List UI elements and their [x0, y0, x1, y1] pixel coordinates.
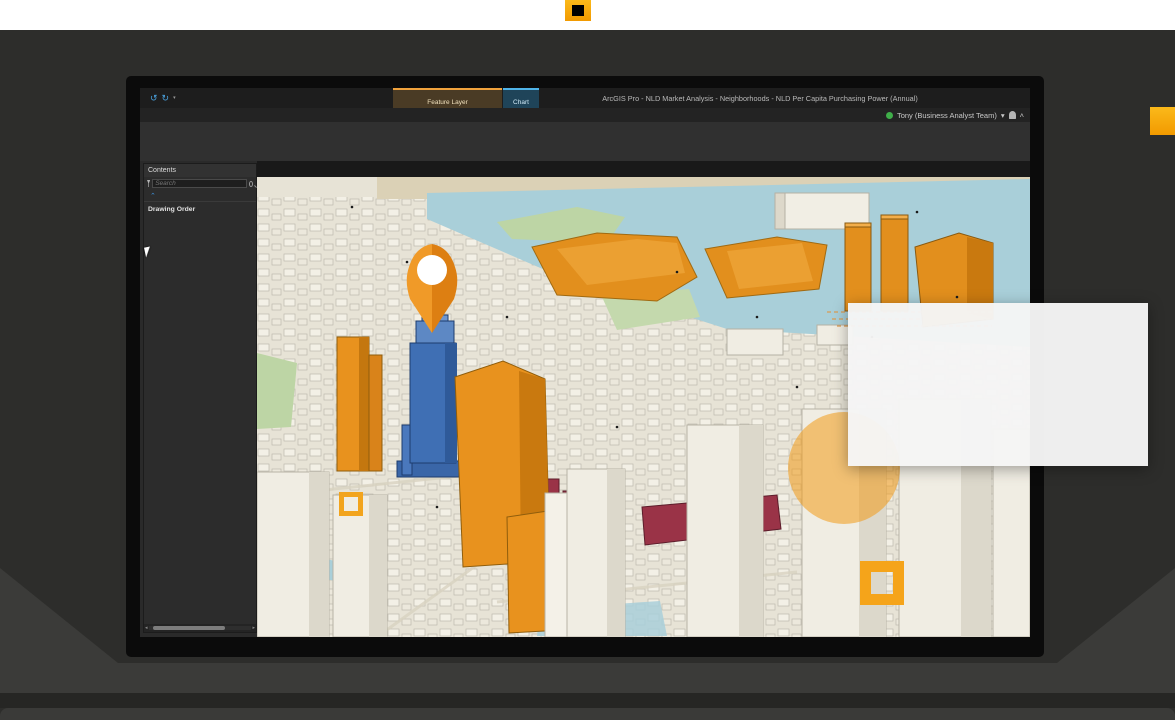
brand-logo-icon: [565, 0, 591, 21]
contents-panel-header: Contents: [144, 164, 256, 177]
horizontal-scrollbar[interactable]: ◂ ▸: [144, 624, 256, 632]
undo-icon[interactable]: ↺: [150, 94, 158, 103]
ribbon: [140, 122, 1030, 161]
filter-icon[interactable]: [147, 180, 150, 187]
quick-access-toolbar: ↺ ↻ ▾: [140, 94, 176, 103]
redo-icon[interactable]: ↻: [162, 94, 170, 103]
user-caret-icon[interactable]: ▾: [1001, 111, 1005, 120]
contextual-header-feature-layer: Feature Layer: [393, 88, 502, 108]
contextual-header-chart: Chart: [503, 88, 539, 108]
large-highlight-square: [860, 561, 904, 605]
drawing-order-label: Drawing Order: [144, 204, 256, 215]
scroll-right-icon[interactable]: ▸: [252, 625, 255, 631]
divider: [144, 201, 256, 202]
contents-panel: Contents ⌃ Drawing Order ◂ ▸: [143, 163, 257, 633]
scroll-left-icon[interactable]: ◂: [145, 625, 148, 631]
notifications-bell-icon[interactable]: [1009, 111, 1016, 119]
laptop-base-left: [0, 568, 118, 663]
laptop-base-front: [0, 663, 1175, 693]
window-title: ArcGIS Pro - NLD Market Analysis - Neigh…: [595, 94, 925, 103]
layer-tree: [144, 215, 256, 624]
search-icon: [249, 181, 253, 187]
ribbon-tab-row: Tony (Business Analyst Team) ▾ ˄: [140, 108, 1030, 122]
contents-panel-title: Contents: [148, 167, 176, 174]
signed-in-user[interactable]: Tony (Business Analyst Team): [897, 111, 997, 120]
view-tab-strip: [257, 161, 1030, 177]
title-bar: ↺ ↻ ▾ Feature Layer Chart ArcGIS Pro - N…: [140, 88, 1030, 108]
brand-logo-right-icon: [1150, 107, 1175, 135]
contents-search-row: [144, 177, 256, 190]
laptop-base-right: [1057, 568, 1175, 663]
bar-chart-card: [848, 303, 1148, 466]
floor-strip: [0, 708, 1175, 720]
account-area: Tony (Business Analyst Team) ▾ ˄: [886, 108, 1030, 122]
active-tool-caret-icon: ⌃: [144, 194, 256, 199]
user-status-icon: [886, 112, 893, 119]
scrollbar-thumb[interactable]: [153, 626, 225, 630]
collapse-ribbon-icon[interactable]: ˄: [1020, 111, 1024, 120]
small-highlight-square: [339, 492, 363, 516]
search-input[interactable]: [152, 179, 247, 188]
qat-customize-icon[interactable]: ▾: [173, 96, 176, 100]
floor-shadow: [0, 693, 1175, 708]
